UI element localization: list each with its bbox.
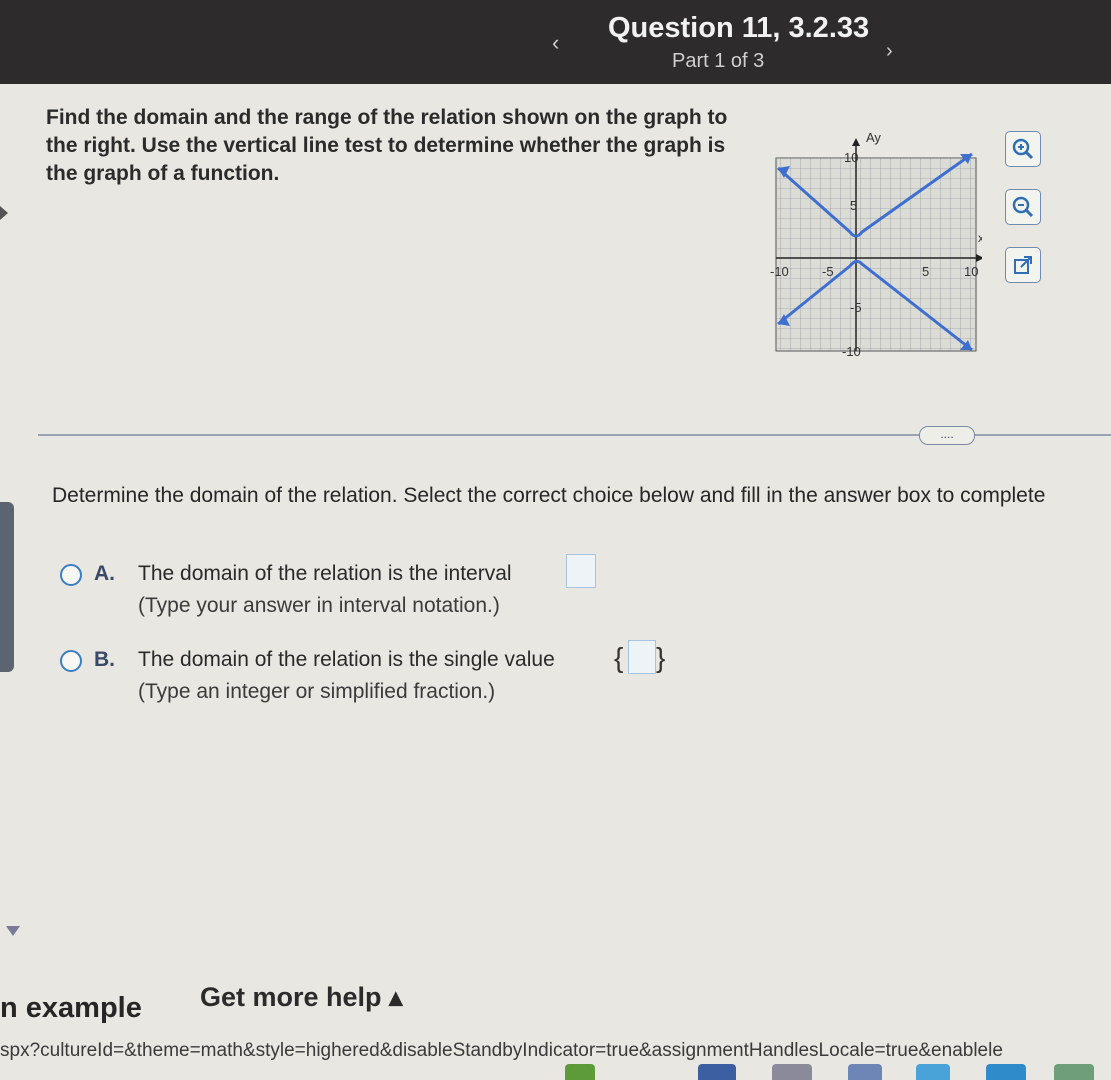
y-axis-label: Ay bbox=[866, 130, 881, 145]
previous-question-chevron-left-icon[interactable]: ‹ bbox=[552, 30, 559, 56]
get-more-help-button[interactable]: Get more help ▴ bbox=[200, 982, 403, 1013]
left-collapse-icon[interactable] bbox=[0, 206, 8, 220]
choice-a-text: The domain of the relation is the interv… bbox=[138, 562, 512, 585]
relation-graph: Ay x 10 5 -5 -10 -10 -5 5 10 bbox=[770, 130, 982, 358]
tick-label-yneg10: -10 bbox=[842, 344, 861, 358]
taskbar-app-icon[interactable] bbox=[986, 1064, 1026, 1080]
choice-a-answer-box[interactable] bbox=[566, 554, 596, 588]
choice-b-close-brace: } bbox=[656, 642, 666, 673]
status-url-text: spx?cultureId=&theme=math&style=highered… bbox=[0, 1040, 1003, 1061]
taskbar-app-icon[interactable] bbox=[848, 1064, 882, 1080]
tick-label-y5: 5 bbox=[850, 198, 857, 213]
scroll-down-icon[interactable] bbox=[6, 926, 20, 936]
more-options-button[interactable]: .... bbox=[919, 426, 975, 445]
side-tab[interactable] bbox=[0, 502, 14, 672]
taskbar-app-icon[interactable] bbox=[698, 1064, 736, 1080]
x-axis-label: x bbox=[978, 231, 982, 245]
external-link-icon bbox=[1014, 256, 1032, 274]
tick-label-xneg10: -10 bbox=[770, 264, 789, 279]
taskbar-check-icon[interactable] bbox=[916, 1064, 950, 1080]
question-title: Question 11, 3.2.33 bbox=[608, 12, 870, 44]
zoom-in-button[interactable] bbox=[1005, 131, 1041, 167]
taskbar bbox=[0, 1064, 1111, 1080]
taskbar-app-icon[interactable] bbox=[772, 1064, 812, 1080]
zoom-out-button[interactable] bbox=[1005, 189, 1041, 225]
part-indicator: Part 1 of 3 bbox=[672, 50, 765, 72]
zoom-out-icon bbox=[1012, 196, 1034, 218]
choice-b-radio[interactable] bbox=[60, 650, 82, 672]
choice-a-letter: A. bbox=[94, 562, 115, 585]
choice-b-text: The domain of the relation is the single… bbox=[138, 648, 555, 671]
tick-label-x10: 10 bbox=[964, 264, 978, 279]
choice-b-answer-box[interactable] bbox=[628, 640, 656, 674]
instruction-text: Determine the domain of the relation. Se… bbox=[52, 484, 1046, 507]
tick-label-xneg5: -5 bbox=[822, 264, 834, 279]
choice-b-open-brace: { bbox=[614, 642, 624, 673]
choice-a-hint: (Type your answer in interval notation.) bbox=[138, 594, 500, 617]
tick-label-x5: 5 bbox=[922, 264, 929, 279]
header-bar: ‹ Question 11, 3.2.33 Part 1 of 3 › bbox=[0, 0, 1111, 84]
open-graph-button[interactable] bbox=[1005, 247, 1041, 283]
choice-b-hint: (Type an integer or simplified fraction.… bbox=[138, 680, 496, 703]
tick-label-yneg5: -5 bbox=[850, 300, 862, 315]
question-text: Find the domain and the range of the rel… bbox=[46, 106, 728, 185]
taskbar-app-icon[interactable] bbox=[565, 1064, 595, 1080]
zoom-in-icon bbox=[1012, 138, 1034, 160]
choice-b-letter: B. bbox=[94, 648, 115, 671]
choice-a-radio[interactable] bbox=[60, 564, 82, 586]
next-question-chevron-right-icon[interactable]: › bbox=[886, 40, 893, 63]
taskbar-calculator-icon[interactable] bbox=[1054, 1064, 1094, 1080]
view-example-link[interactable]: n example bbox=[0, 992, 142, 1025]
tick-label-y10: 10 bbox=[844, 150, 858, 165]
